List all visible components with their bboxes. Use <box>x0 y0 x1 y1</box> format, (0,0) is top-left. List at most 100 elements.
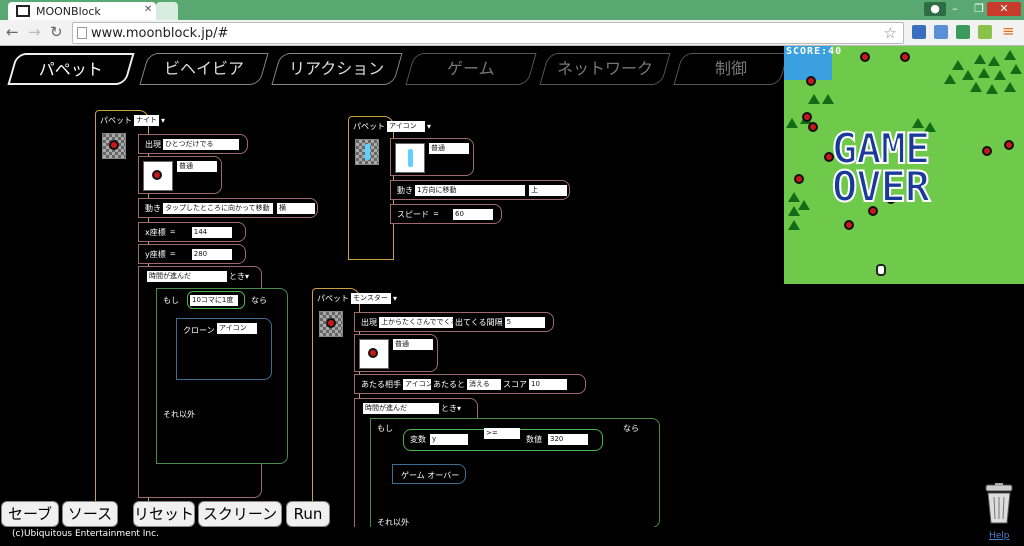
run-button[interactable]: Run <box>286 501 330 527</box>
dropdown-icon[interactable]: ▾ <box>427 122 431 131</box>
close-tab-icon[interactable]: ✕ <box>144 4 152 15</box>
monster-icon <box>794 174 804 184</box>
back-icon[interactable]: ← <box>6 23 19 41</box>
bullet-image[interactable] <box>395 143 425 173</box>
move-block[interactable]: 動き タップしたところに向かって移動横 <box>138 198 318 218</box>
image-block[interactable]: 普通 <box>390 138 474 176</box>
puppet-name-field[interactable]: ナイト <box>134 115 159 126</box>
knight-image[interactable] <box>143 161 173 191</box>
x-coord-field[interactable]: 144 <box>191 227 232 238</box>
image-mode-field[interactable]: 普通 <box>429 143 469 154</box>
clone-target-field[interactable]: アイコン <box>217 323 257 334</box>
tree-icon <box>988 56 1000 66</box>
condition-field[interactable]: 10コマに1度 <box>190 295 238 306</box>
game-screen[interactable]: SCORE:40 GAME OVER <box>784 46 1024 284</box>
user-icon[interactable]: ● <box>924 2 946 16</box>
block-workspace[interactable]: パペット ナイト ▾ 出現 ひとつだけでる 普通 動き タップしたところに向かって移動横… <box>0 88 784 528</box>
puppet-thumbnail[interactable] <box>319 311 343 337</box>
reload-icon[interactable]: ↻ <box>50 23 63 41</box>
reset-button[interactable]: リセット <box>133 501 195 527</box>
bullet-sprite-icon <box>408 149 413 167</box>
tree-icon <box>822 94 834 104</box>
move-field[interactable]: タップしたところに向かって移動 <box>163 203 273 214</box>
screenshot-extension-icon[interactable] <box>956 25 970 39</box>
score-field[interactable]: 10 <box>529 379 567 390</box>
dropdown-icon[interactable]: ▾ <box>457 404 461 413</box>
address-bar[interactable]: www.moonblock.jp/# ☆ <box>72 22 904 44</box>
tree-icon <box>808 94 820 104</box>
image-block[interactable]: 普通 <box>138 156 222 194</box>
dropdown-icon[interactable]: ▾ <box>393 294 397 303</box>
variable-field[interactable]: y <box>430 434 468 445</box>
y-coord-block[interactable]: y座標 = 280 <box>138 244 246 264</box>
image-block[interactable]: 普通 <box>354 334 438 372</box>
timer-field[interactable]: 時間が進んだ <box>147 271 227 282</box>
cast-extension-icon[interactable] <box>934 25 948 39</box>
trash-icon[interactable] <box>982 483 1016 525</box>
speed-block[interactable]: スピード = 60 <box>390 204 502 224</box>
browser-toolbar: ← → ↻ www.moonblock.jp/# ☆ ≡ <box>0 20 1024 46</box>
tree-icon <box>952 60 964 70</box>
puppet-name-field[interactable]: モンスター <box>351 293 391 304</box>
hit-action-field[interactable]: 消える <box>467 379 501 390</box>
puppet-thumbnail[interactable] <box>355 139 379 165</box>
new-tab-button[interactable] <box>156 2 178 20</box>
download-extension-icon[interactable] <box>912 25 926 39</box>
score-display: SCORE:40 <box>786 46 843 57</box>
image-mode-field[interactable]: 普通 <box>393 339 433 350</box>
close-window-icon[interactable]: ✕ <box>987 2 1021 16</box>
tab-puppet[interactable]: パペット <box>7 53 135 85</box>
bullet-sprite-icon <box>365 144 370 160</box>
minimize-icon[interactable]: – <box>944 2 966 16</box>
tab-control[interactable]: 制御 <box>673 53 789 85</box>
screen-button[interactable]: スクリーン <box>198 501 282 527</box>
move-field[interactable]: 1方向に移動 <box>415 185 525 196</box>
forward-icon[interactable]: → <box>28 23 41 41</box>
appear-block[interactable]: 出現 ひとつだけでる <box>138 134 248 154</box>
x-coord-block[interactable]: x座標 = 144 <box>138 222 246 242</box>
puppet-thumbnail[interactable] <box>102 133 126 159</box>
puppet-name-field[interactable]: アイコン <box>387 121 425 132</box>
number-field[interactable]: 320 <box>548 434 588 445</box>
bookmark-star-icon[interactable]: ☆ <box>884 24 897 42</box>
hit-target-field[interactable]: アイコン <box>403 379 433 390</box>
condition-slot[interactable]: 10コマに1度 <box>187 291 245 309</box>
move-block[interactable]: 動き 1方向に移動上 <box>390 180 570 200</box>
image-mode-field[interactable]: 普通 <box>177 161 217 172</box>
tab-game[interactable]: ゲーム <box>405 53 537 85</box>
move-direction-field[interactable]: 上 <box>529 185 567 196</box>
puppet-block-icon[interactable]: パペット アイコン ▾ <box>348 116 431 260</box>
timer-field[interactable]: 時間が進んだ <box>363 403 439 414</box>
interval-field[interactable]: 5 <box>504 317 545 328</box>
tree-icon <box>994 70 1006 80</box>
monster-image[interactable] <box>359 339 389 369</box>
dropdown-icon[interactable]: ▾ <box>161 116 165 125</box>
condition-slot[interactable]: 変数 y >= 数値 320 <box>403 428 603 451</box>
help-link[interactable]: Help <box>989 531 1010 541</box>
tab-behavior[interactable]: ビヘイビア <box>139 53 269 85</box>
browser-tab[interactable]: MOONBlock ✕ <box>8 2 156 20</box>
browser-chrome: MOONBlock ✕ ● – ❐ ✕ ← → ↻ www.moonblock.… <box>0 0 1024 46</box>
gameover-block[interactable]: ゲーム オーバー <box>392 464 466 484</box>
source-button[interactable]: ソース <box>62 501 118 527</box>
speed-field[interactable]: 60 <box>453 209 493 220</box>
appear-field[interactable]: 上からたくさんででくる <box>379 317 458 328</box>
clone-block[interactable]: クローン アイコン <box>176 318 272 380</box>
menu-icon[interactable]: ≡ <box>1002 24 1016 39</box>
tab-network[interactable]: ネットワーク <box>539 53 671 85</box>
knight-sprite-icon <box>109 140 119 150</box>
move-direction-field[interactable]: 横 <box>277 203 315 214</box>
operator-field[interactable]: >= <box>484 428 520 439</box>
android-extension-icon[interactable] <box>978 25 992 39</box>
collision-block[interactable]: あたる相手 アイコンあたると 消える スコア 10 <box>354 374 586 394</box>
save-button[interactable]: セーブ <box>1 501 59 527</box>
y-coord-field[interactable]: 280 <box>191 249 232 260</box>
dropdown-icon[interactable]: ▾ <box>245 272 249 281</box>
url-text: www.moonblock.jp/# <box>91 26 229 41</box>
puppet-block-monster[interactable]: パペット モンスター ▾ <box>312 288 397 528</box>
copyright-text: (c)Ubiquitous Entertainment Inc. <box>12 529 159 539</box>
tab-reaction[interactable]: リアクション <box>271 53 403 85</box>
appear-field[interactable]: ひとつだけでる <box>163 139 239 150</box>
appear-block[interactable]: 出現 上からたくさんででくる出てくる間隔 5 <box>354 312 554 332</box>
monster-icon <box>844 220 854 230</box>
